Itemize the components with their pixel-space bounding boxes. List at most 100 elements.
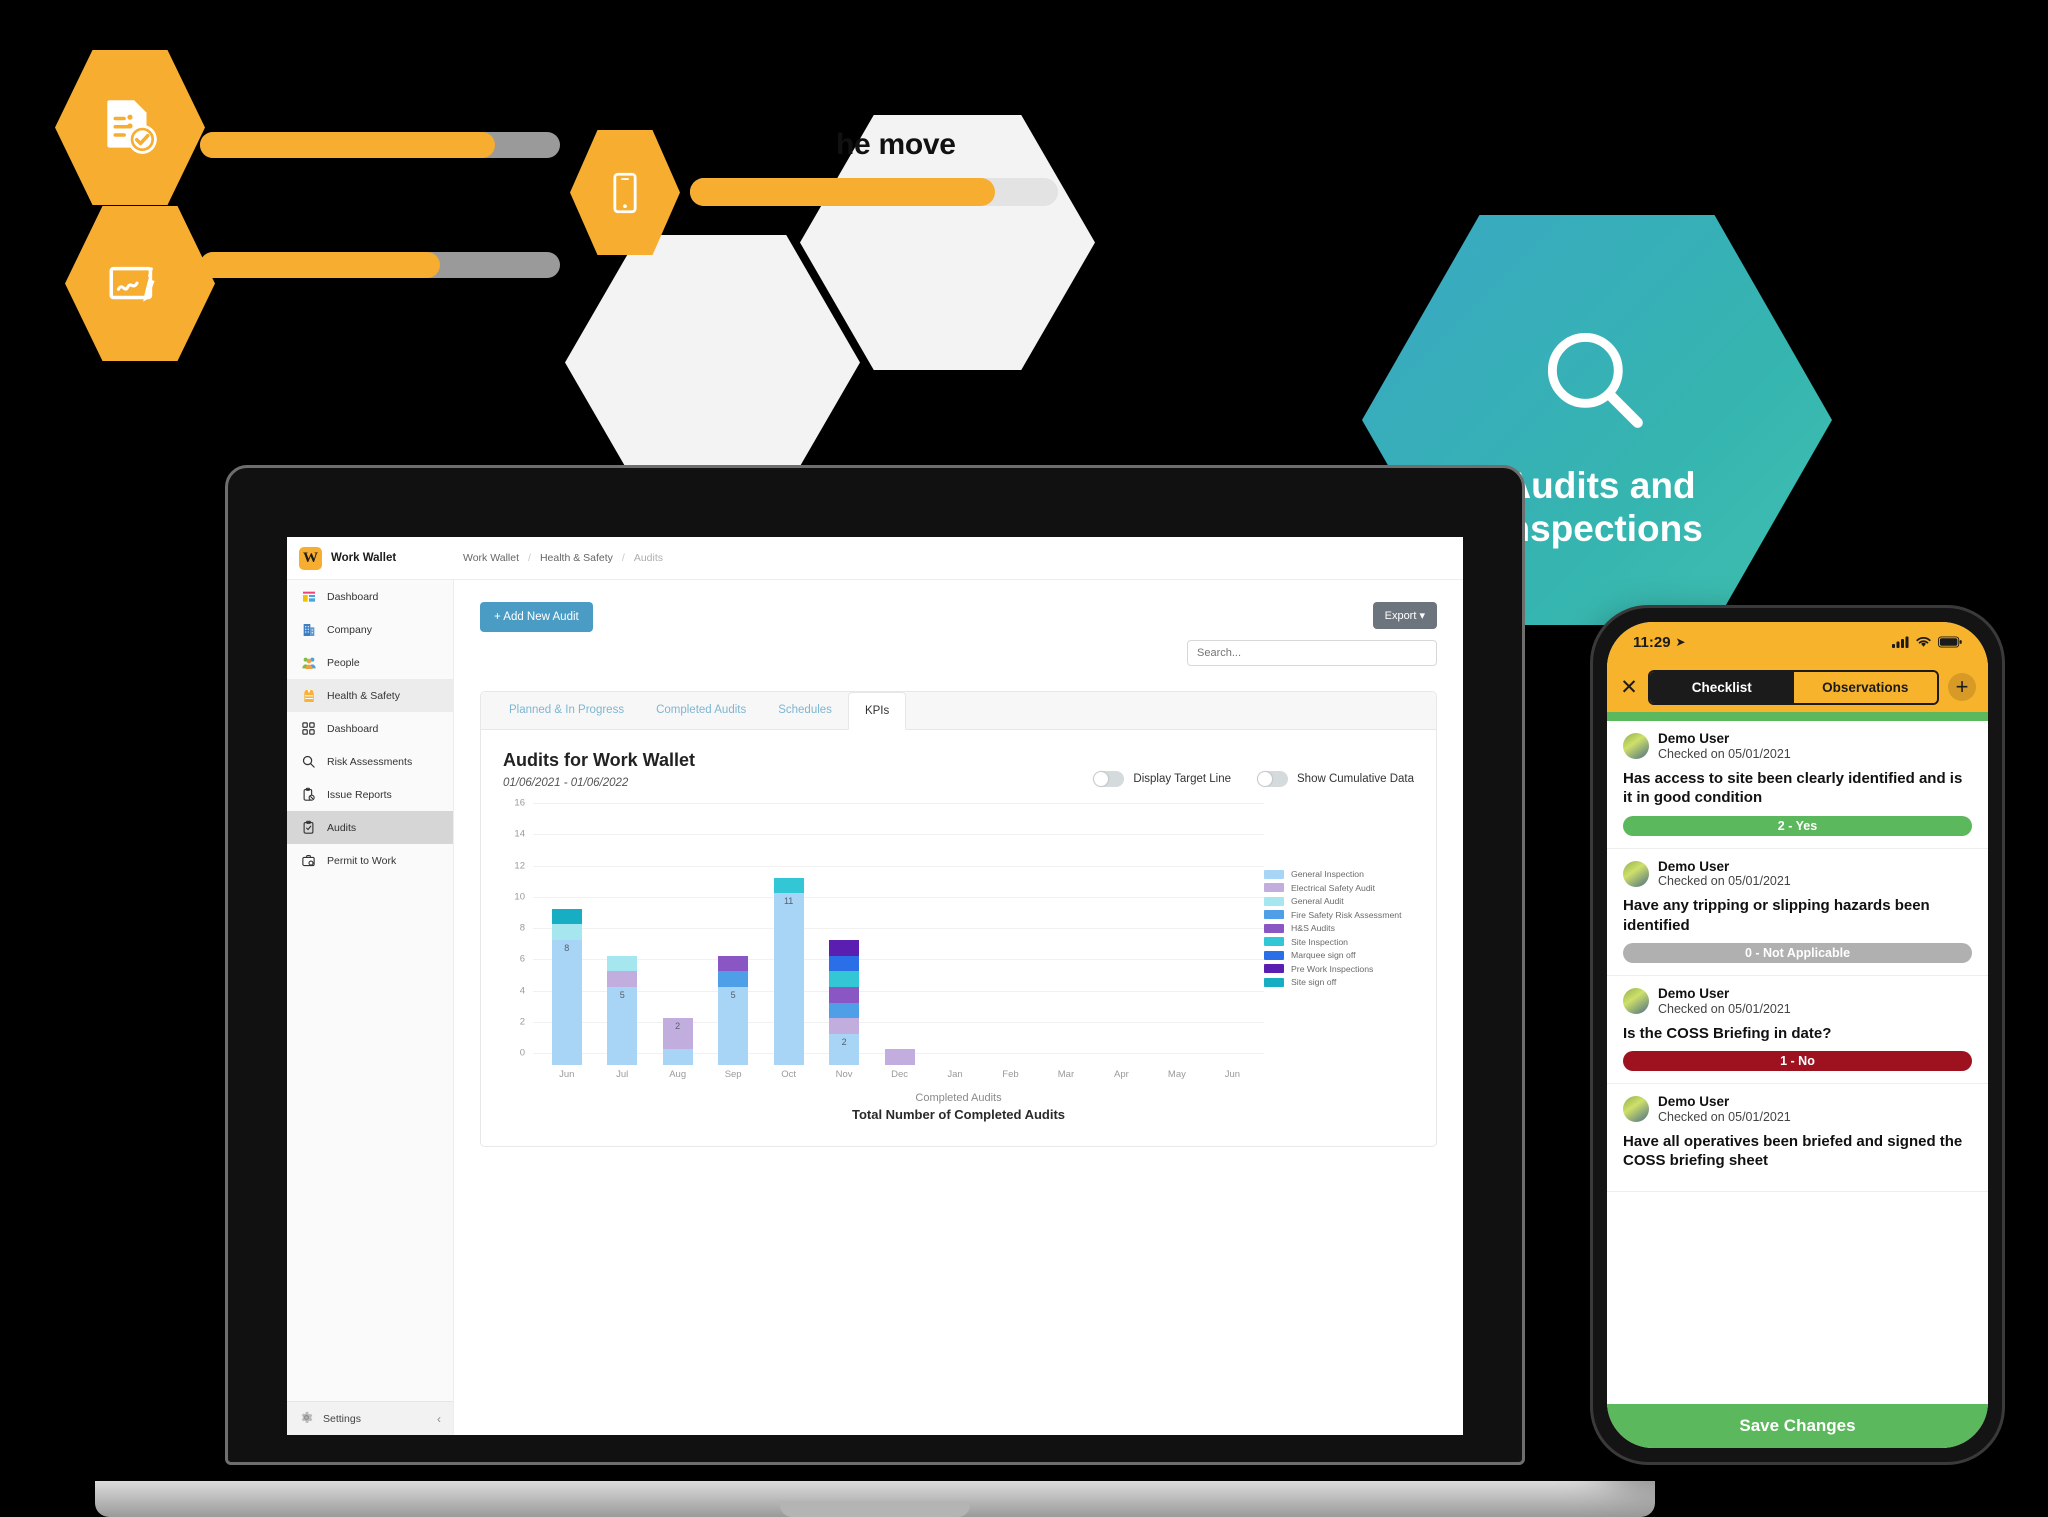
sidebar-item-settings[interactable]: Settings ‹: [287, 1401, 453, 1435]
x-axis-tick: Mar: [1057, 1069, 1075, 1080]
search-input[interactable]: [1187, 640, 1437, 666]
app-brand[interactable]: W Work Wallet: [287, 546, 453, 570]
chart-gridline: [533, 803, 1264, 804]
checklist-user: Demo User Checked on 05/01/2021: [1623, 859, 1972, 890]
sidebar-item-issue-reports[interactable]: Issue Reports: [287, 778, 453, 811]
sidebar-item-label: Dashboard: [327, 590, 379, 603]
chart-bar-segment: [884, 1049, 915, 1065]
status-badge[interactable]: 0 - Not Applicable: [1623, 943, 1972, 964]
progress-fill-3: [690, 178, 995, 206]
legend-item[interactable]: Site Inspection: [1264, 937, 1414, 947]
legend-item[interactable]: Fire Safety Risk Assessment: [1264, 910, 1414, 920]
breadcrumb-separator: /: [528, 552, 531, 564]
sidebar-item-label: Issue Reports: [327, 788, 392, 801]
phone-screen: 11:29 ➤ ✕ Checklist Observations + Demo …: [1607, 622, 1988, 1448]
tab-planned-in-progress[interactable]: Planned & In Progress: [493, 692, 640, 729]
x-axis-tick: Feb: [1002, 1069, 1019, 1080]
legend-swatch: [1264, 883, 1284, 892]
list-item[interactable]: Demo User Checked on 05/01/2021 Is the COS…: [1607, 976, 1988, 1085]
sidebar-item-health-safety[interactable]: Health & Safety: [287, 679, 453, 712]
toggle-switch[interactable]: [1257, 771, 1289, 787]
sidebar-item-label: Risk Assessments: [327, 755, 413, 768]
x-axis-tick: Jul: [616, 1069, 629, 1080]
legend-item[interactable]: Marquee sign off: [1264, 950, 1414, 960]
breadcrumb-item-0[interactable]: Work Wallet: [463, 552, 519, 564]
chart-bar-column[interactable]: 2: [816, 940, 871, 1065]
legend-label: Electrical Safety Audit: [1291, 882, 1376, 893]
legend-label: Marquee sign off: [1291, 950, 1356, 960]
tab-observations[interactable]: Observations: [1793, 671, 1937, 703]
tab-completed-audits[interactable]: Completed Audits: [640, 692, 762, 729]
sidebar-item-permit-to-work[interactable]: Permit to Work: [287, 844, 453, 877]
legend-label: Fire Safety Risk Assessment: [1291, 909, 1402, 920]
tab-kpis[interactable]: KPIs: [847, 692, 907, 730]
chart-bar-segment: [551, 908, 582, 925]
tab-checklist[interactable]: Checklist: [1650, 671, 1794, 703]
add-icon[interactable]: +: [1948, 673, 1976, 701]
chevron-left-icon[interactable]: ‹: [437, 1412, 441, 1426]
chart-title: Audits for Work Wallet: [503, 750, 696, 770]
sidebar-item-people[interactable]: People: [287, 646, 453, 679]
y-axis-tick: 4: [519, 985, 525, 996]
toggle-switch[interactable]: [1093, 771, 1125, 787]
chart-x-axis: Jun Jul Aug Sep Oct Nov Dec Jan Feb Mar Apr May Jun: [539, 1069, 1260, 1080]
location-arrow-icon: ➤: [1675, 635, 1686, 649]
legend-swatch: [1264, 896, 1284, 906]
legend-item[interactable]: Electrical Safety Audit: [1264, 883, 1414, 893]
toggle-show-cumulative-data[interactable]: Show Cumulative Data: [1257, 771, 1414, 787]
magnifier-icon: [300, 753, 317, 770]
legend-item[interactable]: General Audit: [1264, 896, 1414, 906]
y-axis-tick: 12: [514, 860, 525, 871]
chart-plot: 16 14 12 10 8 6 4 2 0 8 5 2 5 11 2: [503, 798, 1264, 1065]
y-axis-tick: 8: [519, 922, 525, 934]
toggle-display-target-line[interactable]: Display Target Line: [1093, 771, 1231, 787]
save-changes-button[interactable]: Save Changes: [1607, 1404, 1988, 1448]
chart-bar-segment: [662, 1049, 693, 1065]
checklist-question: Have all operatives been briefed and sig…: [1623, 1132, 1963, 1170]
export-button[interactable]: Export ▾: [1372, 602, 1437, 629]
briefcase-icon: [300, 852, 317, 869]
breadcrumb-item-1[interactable]: Health & Safety: [540, 552, 613, 564]
checklist[interactable]: Demo User Checked on 05/01/2021 Has access…: [1607, 721, 1988, 1404]
chart-bar-column[interactable]: [872, 1049, 927, 1065]
legend-item[interactable]: Site sign off: [1264, 977, 1414, 987]
chart-bar-segment: 5: [607, 986, 638, 1065]
chart-bar-segment: [607, 971, 638, 987]
add-new-audit-button[interactable]: + Add New Audit: [480, 602, 593, 632]
legend-item[interactable]: H&S Audits: [1264, 923, 1414, 933]
x-axis-tick: Aug: [669, 1069, 687, 1080]
chart-data-label: 5: [730, 989, 736, 1000]
sidebar-item-risk-assessments[interactable]: Risk Assessments: [287, 745, 453, 778]
legend-item[interactable]: Pre Work Inspections: [1264, 964, 1414, 974]
list-item[interactable]: Demo User Checked on 05/01/2021 Have all o…: [1607, 1084, 1988, 1192]
chart-bar-column[interactable]: 2: [650, 1018, 705, 1065]
chart-bar-column[interactable]: 8: [539, 908, 594, 1065]
kpi-card-body: Audits for Work Wallet 01/06/2021 - 01/0…: [481, 730, 1436, 1146]
avatar: [1623, 1096, 1649, 1123]
tab-schedules[interactable]: Schedules: [762, 692, 848, 729]
breadcrumb-item-2: Audits: [633, 552, 664, 564]
status-badge[interactable]: 2 - Yes: [1623, 815, 1972, 836]
chart-bar-column[interactable]: 11: [761, 877, 816, 1065]
sidebar-item-dashboard[interactable]: Dashboard: [287, 580, 453, 613]
phone-status-bar: 11:29 ➤: [1607, 622, 1988, 662]
chart-bar: 2: [662, 1018, 693, 1065]
status-badge[interactable]: 1 - No: [1623, 1051, 1972, 1072]
chart-bar-segment: [829, 1018, 860, 1034]
sidebar-item-hs-dashboard[interactable]: Dashboard: [287, 712, 453, 745]
kpi-card: Planned & In Progress Completed Audits S…: [480, 691, 1437, 1147]
chart-bar-segment: [718, 955, 749, 972]
chart-bar-column[interactable]: 5: [594, 955, 649, 1065]
safety-vest-icon: [300, 687, 317, 704]
list-item[interactable]: Demo User Checked on 05/01/2021 Has access…: [1607, 721, 1988, 849]
sidebar-item-company[interactable]: Company: [287, 613, 453, 646]
list-item[interactable]: Demo User Checked on 05/01/2021 Have any t…: [1607, 849, 1988, 977]
toolbar-right: Export ▾: [1187, 602, 1437, 666]
sidebar-item-audits[interactable]: Audits: [287, 811, 453, 844]
legend-item[interactable]: General Inspection: [1264, 869, 1414, 879]
close-icon[interactable]: ✕: [1619, 675, 1639, 700]
export-label: Export: [1384, 610, 1417, 622]
chart-bar: [884, 1049, 915, 1065]
chart-bar-column[interactable]: 5: [705, 955, 760, 1065]
chart-data-label: 5: [619, 989, 625, 1000]
